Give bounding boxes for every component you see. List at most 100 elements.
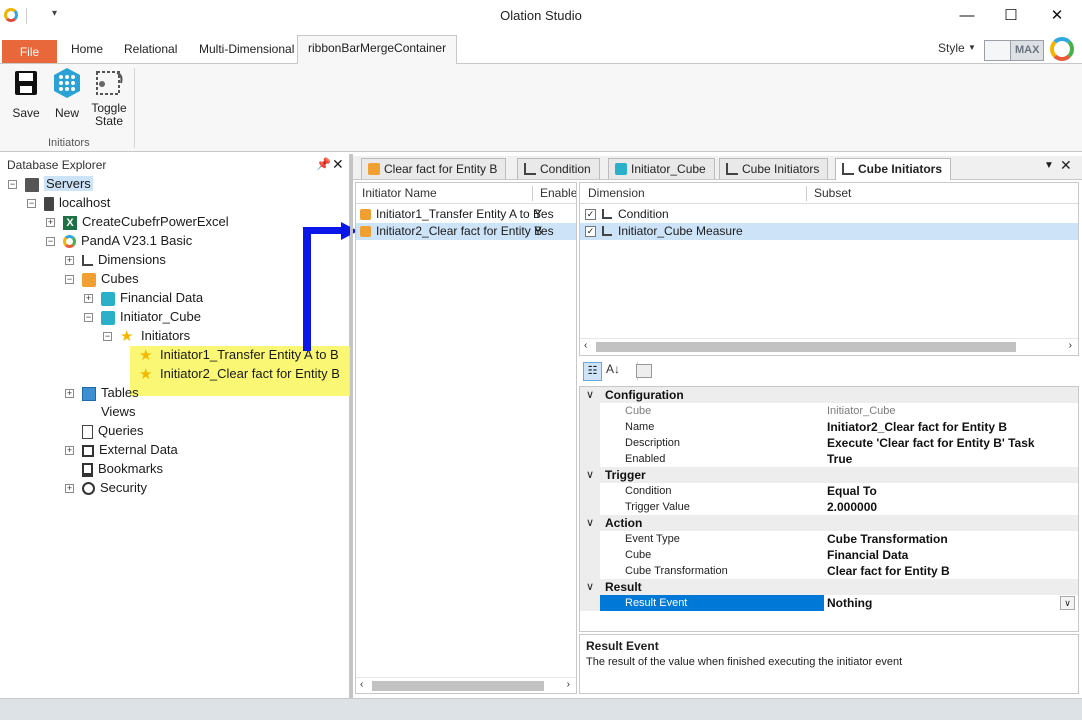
tree-item[interactable]: Queries bbox=[8, 421, 348, 440]
scrollbar-thumb[interactable] bbox=[372, 681, 544, 691]
property-row[interactable]: Cube Transformation Clear fact for Entity… bbox=[580, 563, 1078, 579]
tree-item[interactable]: + Tables bbox=[8, 383, 348, 402]
collapse-icon[interactable]: − bbox=[46, 237, 55, 247]
doc-tab-clear-fact[interactable]: Clear fact for Entity B bbox=[361, 158, 507, 179]
expand-icon[interactable]: + bbox=[46, 218, 55, 228]
col-dimension[interactable]: Dimension bbox=[588, 183, 645, 204]
toggle-state-button[interactable]: Toggle State bbox=[89, 67, 129, 128]
collapse-category-icon[interactable]: ∨ bbox=[586, 579, 594, 595]
collapse-category-icon[interactable]: ∨ bbox=[586, 515, 594, 531]
expand-icon[interactable]: + bbox=[65, 446, 74, 456]
scrollbar-thumb[interactable] bbox=[596, 342, 1016, 352]
tree-item[interactable]: + External Data bbox=[8, 440, 348, 459]
tab-multi-dimensional[interactable]: Multi-Dimensional bbox=[199, 40, 294, 62]
style-dropdown-icon[interactable]: ▼ bbox=[968, 43, 976, 52]
file-tab[interactable]: File bbox=[2, 40, 57, 64]
property-row[interactable]: Result Event Nothing ∨ bbox=[580, 595, 1078, 611]
property-row[interactable]: Description Execute 'Clear fact for Entit… bbox=[580, 435, 1078, 451]
doc-tab-cube-initiators-2[interactable]: Cube Initiators bbox=[835, 158, 952, 180]
property-row[interactable]: Cube Financial Data bbox=[580, 547, 1078, 563]
property-pages-icon[interactable] bbox=[636, 364, 652, 378]
tab-list-icon[interactable]: ▼ bbox=[1044, 160, 1054, 171]
close-explorer-icon[interactable]: ✕ bbox=[332, 156, 344, 173]
tree-item[interactable]: − ★ Initiators bbox=[8, 326, 348, 345]
collapse-icon[interactable]: − bbox=[27, 199, 36, 209]
style-label[interactable]: Style bbox=[938, 41, 965, 55]
property-row[interactable]: Event Type Cube Transformation bbox=[580, 531, 1078, 547]
property-category[interactable]: ∨ Configuration bbox=[580, 387, 1078, 403]
tree-item[interactable]: − localhost bbox=[8, 193, 348, 212]
collapse-category-icon[interactable]: ∨ bbox=[586, 387, 594, 403]
doc-tab-cube-initiators-1[interactable]: Cube Initiators bbox=[719, 158, 829, 179]
tree-item[interactable]: + Dimensions bbox=[8, 250, 348, 269]
close-document-icon[interactable]: ✕ bbox=[1060, 157, 1072, 174]
expand-icon[interactable]: + bbox=[84, 294, 93, 304]
expand-icon[interactable]: + bbox=[65, 256, 74, 266]
tab-relational[interactable]: Relational bbox=[124, 40, 177, 62]
checkbox-checked[interactable]: ✓ bbox=[585, 209, 596, 220]
tree-item[interactable]: − Cubes bbox=[8, 269, 348, 288]
collapse-icon[interactable]: − bbox=[8, 180, 17, 190]
scroll-left-icon[interactable]: ‹ bbox=[360, 679, 363, 690]
property-value[interactable]: Clear fact for Entity B bbox=[826, 563, 1078, 579]
property-row[interactable]: Cube Initiator_Cube bbox=[580, 403, 1078, 419]
property-category[interactable]: ∨ Action bbox=[580, 515, 1078, 531]
dimension-row-selected[interactable]: ✓ Initiator_Cube Measure bbox=[580, 223, 1078, 240]
property-value[interactable]: Initiator2_Clear fact for Entity B bbox=[826, 419, 1078, 435]
tree-item[interactable]: ★ Initiator1_Transfer Entity A to B bbox=[8, 345, 348, 364]
property-value[interactable]: True bbox=[826, 451, 1078, 467]
new-button[interactable]: New bbox=[47, 67, 87, 120]
close-button[interactable]: ✕ bbox=[1042, 4, 1072, 28]
tree-item[interactable]: − Servers bbox=[8, 174, 348, 193]
property-category[interactable]: ∨ Trigger bbox=[580, 467, 1078, 483]
property-value[interactable]: Nothing bbox=[826, 595, 1078, 611]
property-value[interactable]: Cube Transformation bbox=[826, 531, 1078, 547]
scroll-left-icon[interactable]: ‹ bbox=[584, 340, 587, 351]
property-value[interactable]: Execute 'Clear fact for Entity B' Task bbox=[826, 435, 1078, 451]
horizontal-scrollbar[interactable]: ‹ › bbox=[356, 677, 576, 693]
property-value[interactable]: Equal To bbox=[826, 483, 1078, 499]
tree-item[interactable]: Views bbox=[8, 402, 348, 421]
col-subset[interactable]: Subset bbox=[814, 183, 851, 204]
splitter[interactable] bbox=[350, 154, 353, 698]
property-row[interactable]: Name Initiator2_Clear fact for Entity B bbox=[580, 419, 1078, 435]
property-value[interactable]: Financial Data bbox=[826, 547, 1078, 563]
scroll-right-icon[interactable]: › bbox=[567, 679, 570, 690]
minimize-button[interactable]: — bbox=[952, 4, 982, 28]
collapse-icon[interactable]: − bbox=[103, 332, 112, 342]
col-initiator-name[interactable]: Initiator Name bbox=[362, 183, 437, 204]
categorized-view-icon[interactable]: ☷ bbox=[583, 362, 602, 381]
dimension-row[interactable]: ✓ Condition bbox=[580, 206, 1078, 223]
initiator-row-selected[interactable]: Initiator2_Clear fact for Entity B Yes bbox=[356, 223, 576, 240]
tree-item[interactable]: − Initiator_Cube bbox=[8, 307, 348, 326]
doc-tab-condition[interactable]: Condition bbox=[517, 158, 600, 179]
property-value[interactable]: 2.000000 bbox=[826, 499, 1078, 515]
tab-ribbon-merge-container[interactable]: ribbonBarMergeContainer bbox=[297, 35, 458, 64]
col-enabled[interactable]: Enable bbox=[540, 183, 576, 204]
property-row[interactable]: Trigger Value 2.000000 bbox=[580, 499, 1078, 515]
horizontal-scrollbar[interactable]: ‹ › bbox=[580, 338, 1078, 354]
property-row[interactable]: Condition Equal To bbox=[580, 483, 1078, 499]
collapse-icon[interactable]: − bbox=[65, 275, 74, 285]
pin-icon[interactable]: 📌 bbox=[316, 157, 331, 171]
tree-item[interactable]: + Financial Data bbox=[8, 288, 348, 307]
tab-home[interactable]: Home bbox=[71, 40, 103, 62]
tree-item[interactable]: Bookmarks bbox=[8, 459, 348, 478]
checkbox-checked[interactable]: ✓ bbox=[585, 226, 596, 237]
doc-tab-initiator-cube[interactable]: Initiator_Cube bbox=[608, 158, 715, 179]
tree-item[interactable]: + Security bbox=[8, 478, 348, 497]
initiator-row[interactable]: Initiator1_Transfer Entity A to B Yes bbox=[356, 206, 576, 223]
collapse-icon[interactable]: − bbox=[84, 313, 93, 323]
expand-icon[interactable]: + bbox=[65, 484, 74, 494]
save-button[interactable]: Save bbox=[6, 67, 46, 120]
tree-item[interactable]: + X CreateCubefrPowerExcel bbox=[8, 212, 348, 231]
expand-icon[interactable]: + bbox=[65, 389, 74, 399]
max-toggle[interactable]: MAX bbox=[984, 40, 1044, 61]
tree-item[interactable]: ★ Initiator2_Clear fact for Entity B bbox=[8, 364, 348, 383]
sort-alphabetical-icon[interactable]: A↓ bbox=[606, 362, 620, 376]
collapse-category-icon[interactable]: ∨ bbox=[586, 467, 594, 483]
scroll-right-icon[interactable]: › bbox=[1069, 340, 1072, 351]
property-row[interactable]: Enabled True bbox=[580, 451, 1078, 467]
dropdown-icon[interactable]: ∨ bbox=[1060, 596, 1075, 610]
tree-item[interactable]: − PandA V23.1 Basic bbox=[8, 231, 348, 250]
